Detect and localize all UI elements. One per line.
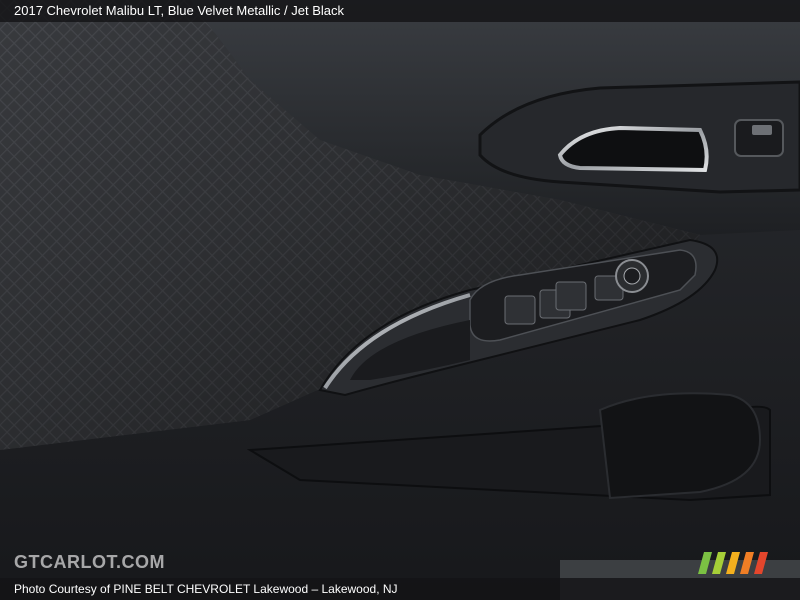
watermark-stripe (712, 552, 726, 574)
caption-bar: 2017 Chevrolet Malibu LT, Blue Velvet Me… (0, 0, 800, 22)
vehicle-colors: Blue Velvet Metallic / Jet Black (167, 3, 345, 18)
door-panel-photo (0, 0, 800, 600)
photo-viewer: 2017 Chevrolet Malibu LT, Blue Velvet Me… (0, 0, 800, 600)
watermark-stripe (754, 552, 768, 574)
watermark-stripe (740, 552, 754, 574)
watermark-stripe (726, 552, 740, 574)
footer-bar: Photo Courtesy of PINE BELT CHEVROLET La… (0, 578, 800, 600)
watermark-stripe (698, 552, 712, 574)
watermark-stripes-icon (698, 552, 768, 574)
watermark-logo: GTCARLOT.COM (14, 552, 165, 572)
vehicle-title: 2017 Chevrolet Malibu LT, (14, 3, 165, 18)
window-switch-1 (504, 295, 536, 325)
photo-credit: Photo Courtesy of PINE BELT CHEVROLET La… (14, 582, 398, 596)
window-switch-3 (555, 281, 587, 311)
